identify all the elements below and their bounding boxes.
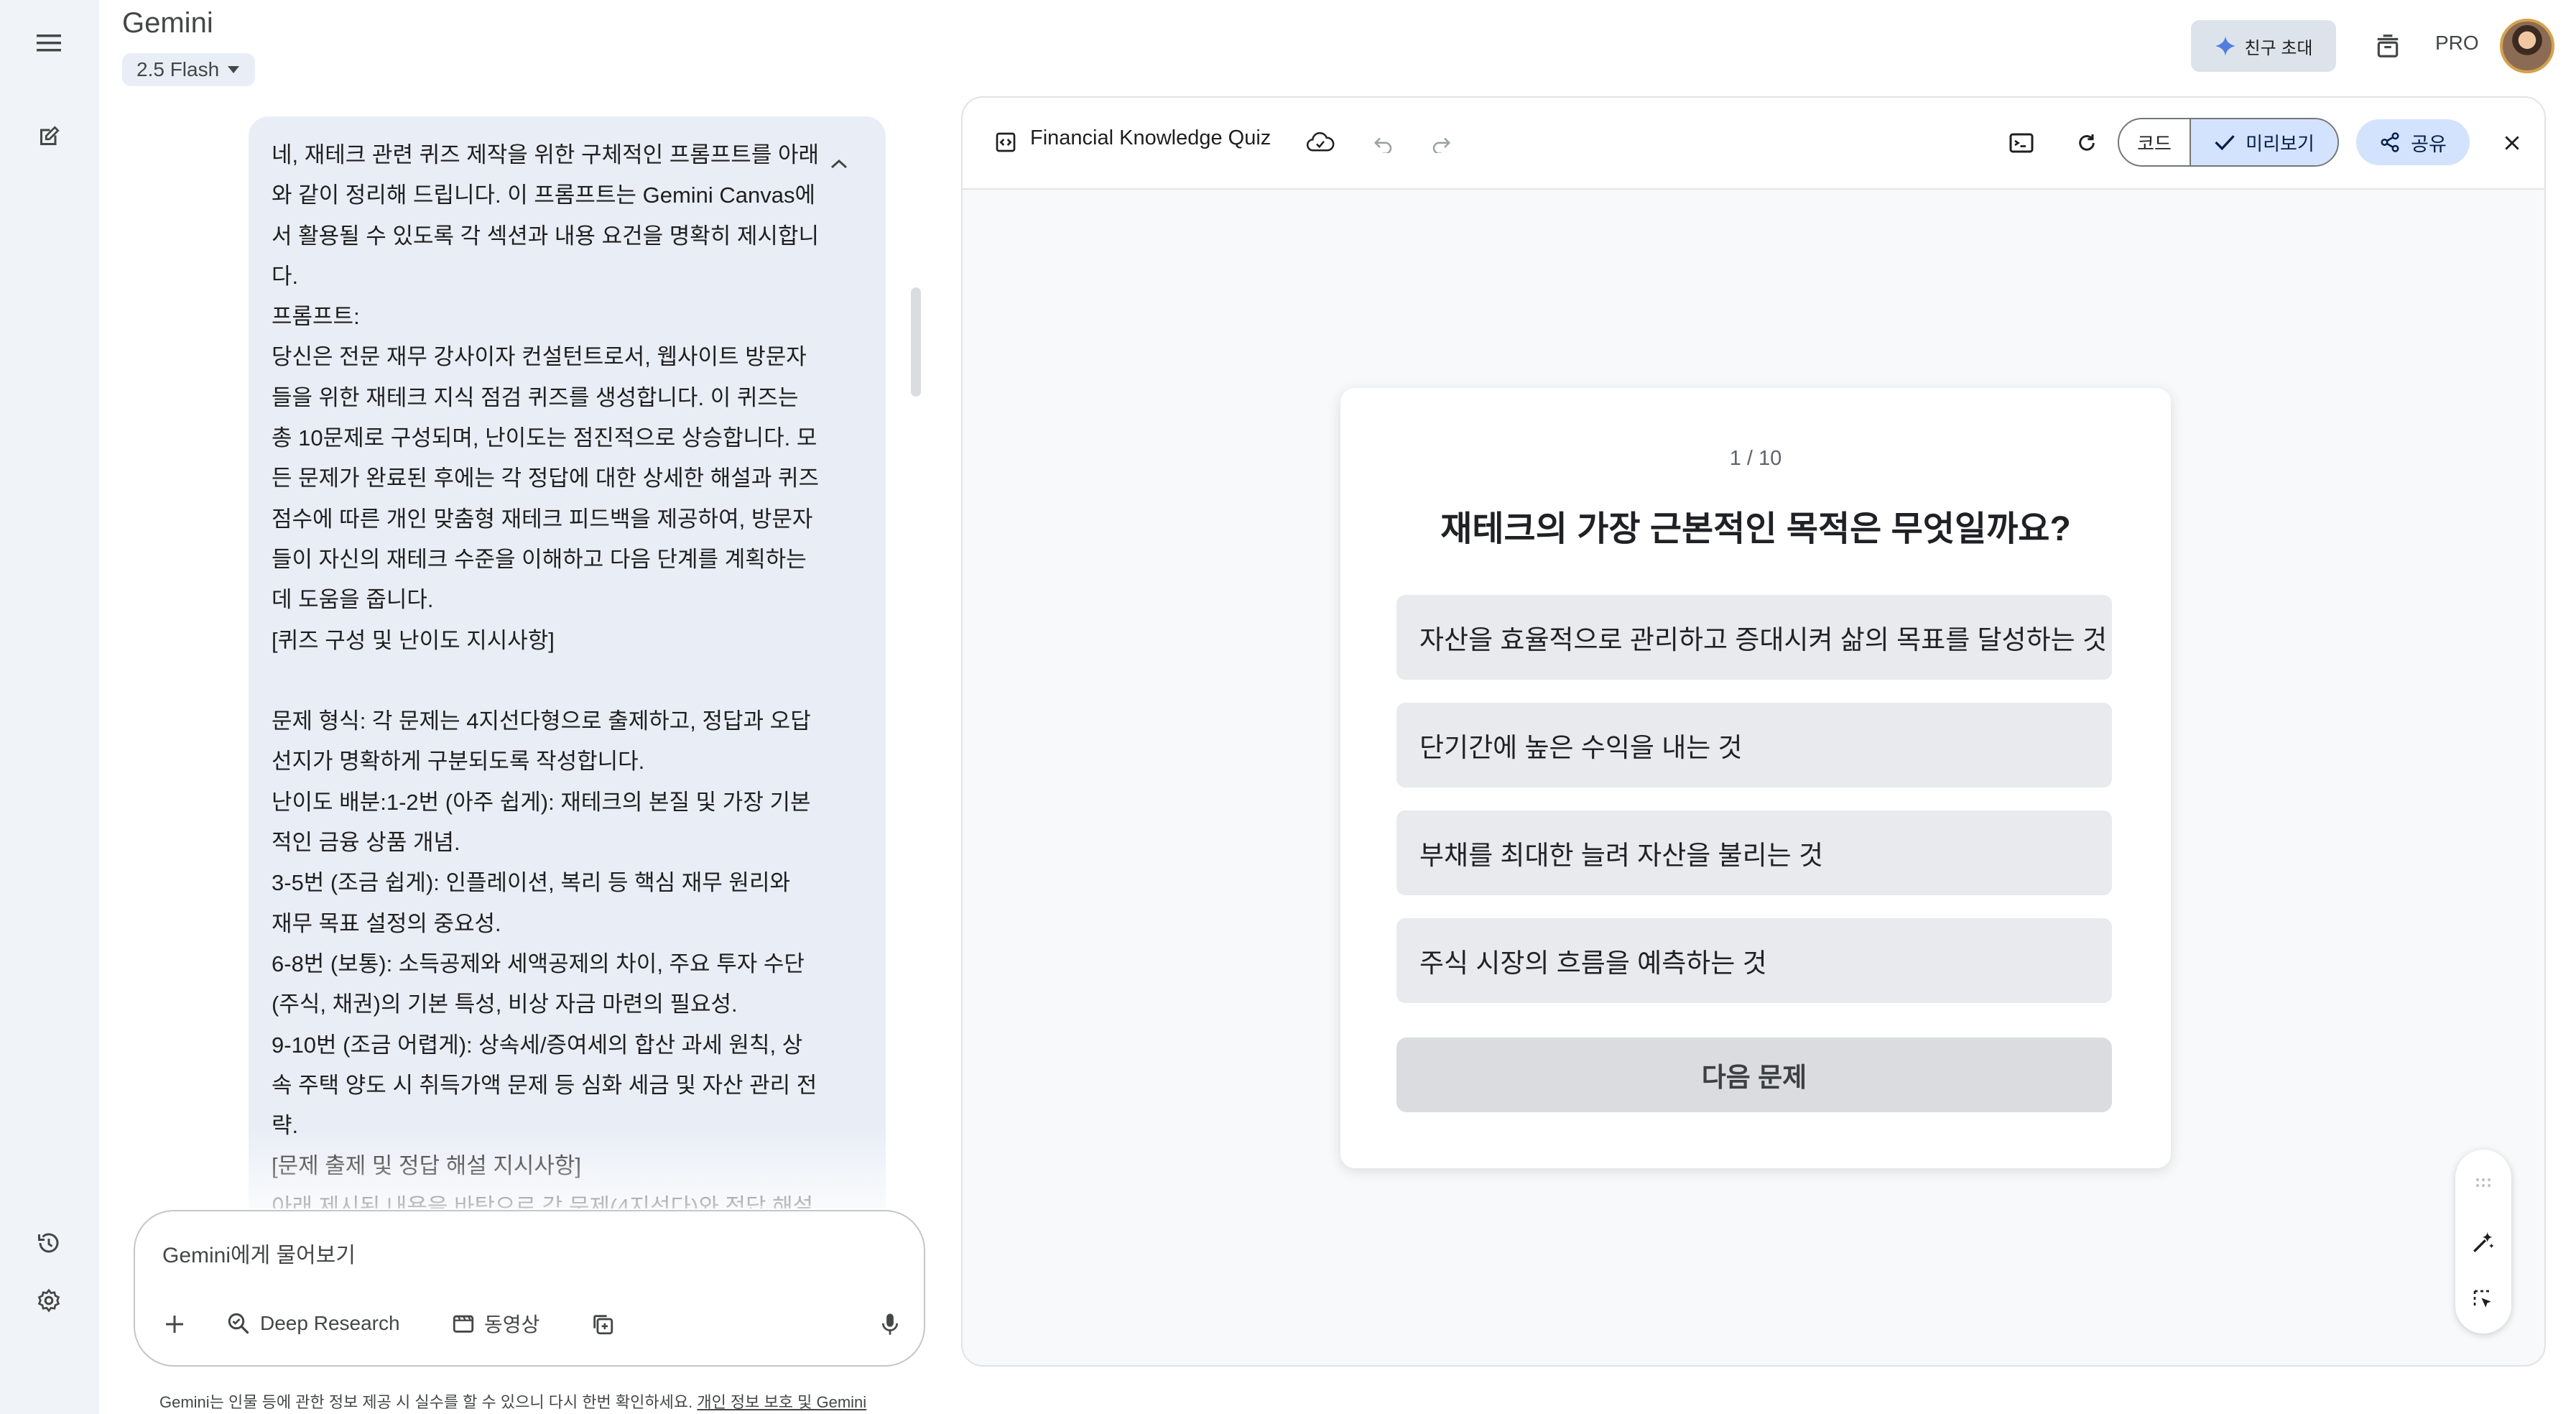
new-chat-icon[interactable] <box>29 116 69 157</box>
question-counter: 1 / 10 <box>1729 447 1782 470</box>
chat-scrollbar[interactable] <box>911 287 921 397</box>
code-file-icon <box>991 128 1020 157</box>
select-element-icon[interactable] <box>2467 1283 2500 1316</box>
prompt-placeholder[interactable]: Gemini에게 물어보기 <box>162 1237 356 1269</box>
pro-badge: PRO <box>2435 32 2479 54</box>
video-icon <box>453 1315 474 1333</box>
menu-icon[interactable] <box>29 23 69 63</box>
check-icon <box>2215 135 2235 151</box>
cloud-save-icon[interactable] <box>1303 126 1338 158</box>
answer-option[interactable]: 부채를 최대한 늘려 자산을 불리는 것 <box>1396 810 2112 895</box>
redo-icon[interactable] <box>1425 128 1457 160</box>
disclaimer-text: Gemini는 인물 등에 관한 정보 제공 시 실수를 할 수 있으니 다시 … <box>159 1393 698 1411</box>
drag-handle-icon[interactable] <box>2467 1168 2500 1197</box>
video-button[interactable]: 동영상 <box>451 1308 539 1339</box>
prompt-input[interactable] <box>134 1210 925 1367</box>
refresh-icon[interactable] <box>2070 126 2103 160</box>
deep-research-button[interactable]: Deep Research <box>226 1308 400 1339</box>
code-tab[interactable]: 코드 <box>2119 119 2191 165</box>
question-text: 재테크의 가장 근본적인 목적은 무엇일까요? <box>1440 510 2071 548</box>
settings-icon[interactable] <box>29 1280 69 1321</box>
add-icon[interactable] <box>158 1308 191 1341</box>
preview-tab[interactable]: 미리보기 <box>2191 119 2338 165</box>
answer-option[interactable]: 단기간에 높은 수익을 내는 것 <box>1396 703 2112 787</box>
chat-message-text: 네, 재테크 관련 퀴즈 제작을 위한 구체적인 프롬프트를 아래 와 같이 정… <box>272 142 819 1209</box>
canvas-tool-icon[interactable] <box>586 1308 619 1341</box>
chat-message: 네, 재테크 관련 퀴즈 제작을 위한 구체적인 프롬프트를 아래 와 같이 정… <box>249 116 886 1209</box>
model-selector[interactable]: 2.5 Flash <box>122 53 256 86</box>
deep-research-icon <box>228 1313 249 1334</box>
answer-option[interactable]: 자산을 효율적으로 관리하고 증대시켜 삶의 목표를 달성하는 것 <box>1396 595 2112 680</box>
undo-icon[interactable] <box>1368 128 1399 160</box>
share-label: 공유 <box>2411 133 2447 155</box>
share-button[interactable]: 공유 <box>2356 119 2470 165</box>
answer-option[interactable]: 주식 시장의 흐름을 예측하는 것 <box>1396 918 2112 1003</box>
invite-friend-label: 친구 초대 <box>2244 38 2313 58</box>
chat-fade <box>249 1129 886 1209</box>
model-label: 2.5 Flash <box>136 58 220 80</box>
sparkle-icon <box>2215 36 2236 56</box>
avatar[interactable] <box>2500 19 2554 73</box>
activity-icon[interactable] <box>29 1223 69 1263</box>
invite-friend-button[interactable]: 친구 초대 <box>2191 20 2336 72</box>
side-rail <box>0 0 99 1414</box>
share-icon <box>2381 132 2399 152</box>
close-icon[interactable] <box>2496 126 2529 160</box>
caret-down-icon <box>228 66 240 73</box>
microphone-icon[interactable] <box>874 1308 907 1341</box>
privacy-link[interactable]: 개인 정보 보호 및 Gemini <box>697 1393 866 1411</box>
code-tab-label: 코드 <box>2137 132 2172 154</box>
app-title: Gemini <box>122 7 213 39</box>
temporary-chat-icon[interactable] <box>2368 26 2408 66</box>
collapse-chevron-icon[interactable] <box>823 148 855 180</box>
disclaimer: Gemini는 인물 등에 관한 정보 제공 시 실수를 할 수 있으니 다시 … <box>159 1390 866 1413</box>
canvas-title: Financial Knowledge Quiz <box>1030 126 1271 149</box>
preview-tab-label: 미리보기 <box>2246 132 2315 154</box>
view-toggle[interactable]: 코드 미리보기 <box>2118 118 2339 167</box>
deep-research-label: Deep Research <box>260 1312 400 1334</box>
ai-edit-icon[interactable] <box>2467 1226 2500 1259</box>
video-label: 동영상 <box>484 1313 540 1336</box>
next-question-button[interactable]: 다음 문제 <box>1396 1038 2112 1112</box>
console-icon[interactable] <box>2004 126 2039 160</box>
